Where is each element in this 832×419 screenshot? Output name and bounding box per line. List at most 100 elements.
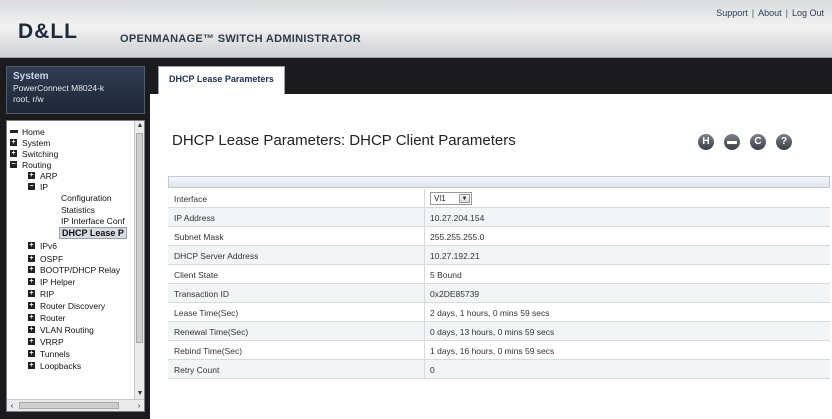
h-scroll-thumb[interactable] xyxy=(19,402,119,409)
system-info-box[interactable]: System PowerConnect M8024-k root, r/w xyxy=(6,66,145,114)
interface-select-value: Vl1 xyxy=(434,194,446,203)
row-value: 255.255.255.0 xyxy=(430,232,485,242)
column-divider xyxy=(424,189,425,208)
expand-icon[interactable]: + xyxy=(28,255,35,262)
nav-item-arp[interactable]: ARP xyxy=(40,171,57,181)
expand-icon[interactable]: + xyxy=(10,150,17,157)
nav-item-routing[interactable]: Routing xyxy=(22,160,51,170)
column-divider xyxy=(424,341,425,360)
scroll-right-icon[interactable]: › xyxy=(134,400,144,411)
table-row: Transaction ID 0x2DE85739 xyxy=(168,284,830,303)
nav-item-loopbacks[interactable]: Loopbacks xyxy=(40,361,81,371)
nav-item-ip[interactable]: IP xyxy=(40,182,48,192)
nav-item-statistics[interactable]: Statistics xyxy=(61,205,95,215)
row-value: 0 xyxy=(430,365,435,375)
system-user: root, r/w xyxy=(13,94,44,104)
row-value: 10.27.204.154 xyxy=(430,213,485,223)
table-row: Client State 5 Bound xyxy=(168,265,830,284)
row-value: 1 days, 16 hours, 0 mins 59 secs xyxy=(430,346,555,356)
chevron-down-icon[interactable]: ▼ xyxy=(459,194,470,203)
scroll-left-icon[interactable]: ‹ xyxy=(7,400,17,411)
tree-vertical-scrollbar[interactable]: ▲ ▼ xyxy=(134,121,144,399)
expand-icon[interactable]: + xyxy=(28,314,35,321)
nav-item-router-discovery[interactable]: Router Discovery xyxy=(40,301,105,311)
tab-dhcp-lease-parameters[interactable]: DHCP Lease Parameters xyxy=(158,66,285,94)
expand-icon[interactable]: + xyxy=(28,302,35,309)
logout-link[interactable]: Log Out xyxy=(792,8,824,18)
nav-item-home[interactable]: Home xyxy=(22,127,45,137)
print-icon[interactable]: ▬ xyxy=(724,134,740,150)
scroll-down-icon[interactable]: ▼ xyxy=(135,389,144,399)
table-row: IP Address 10.27.204.154 xyxy=(168,208,830,227)
interface-select[interactable]: Vl1 ▼ xyxy=(430,192,472,205)
row-value: 0 days, 13 hours, 0 mins 59 secs xyxy=(430,327,555,337)
expand-icon[interactable]: + xyxy=(28,362,35,369)
support-link[interactable]: Support xyxy=(716,8,748,18)
navigation-tree: Home + System + Switching − Routing + ARP − IP Conf… xyxy=(6,120,145,412)
column-divider xyxy=(424,227,425,246)
expand-icon[interactable]: + xyxy=(28,350,35,357)
nav-item-bootp-dhcp-relay[interactable]: BOOTP/DHCP Relay xyxy=(40,265,120,275)
collapse-icon[interactable]: − xyxy=(28,183,35,190)
nav-item-configuration[interactable]: Configuration xyxy=(61,193,112,203)
table-row: DHCP Server Address 10.27.192.21 xyxy=(168,246,830,265)
table-row: Renewal Time(Sec) 0 days, 13 hours, 0 min… xyxy=(168,322,830,341)
system-title: System xyxy=(13,71,49,82)
nav-item-switching[interactable]: Switching xyxy=(22,149,58,159)
question-icon[interactable]: ? xyxy=(776,134,792,150)
about-link[interactable]: About xyxy=(758,8,782,18)
column-divider xyxy=(424,360,425,379)
system-model: PowerConnect M8024-k xyxy=(13,83,105,93)
row-label: Lease Time(Sec) xyxy=(174,308,239,318)
help-h-icon[interactable]: H xyxy=(698,134,714,150)
column-divider xyxy=(424,284,425,303)
collapse-icon[interactable]: − xyxy=(10,161,17,168)
nav-item-system[interactable]: System xyxy=(22,138,50,148)
nav-item-rip[interactable]: RIP xyxy=(40,289,54,299)
row-value: 5 Bound xyxy=(430,270,462,280)
app-header: D&LL OPENMANAGE™ SWITCH ADMINISTRATOR Su… xyxy=(0,0,832,58)
nav-item-ipv6[interactable]: IPv6 xyxy=(40,241,57,251)
expand-icon[interactable]: + xyxy=(28,290,35,297)
app-title: OPENMANAGE™ SWITCH ADMINISTRATOR xyxy=(120,33,362,45)
row-value: 0x2DE85739 xyxy=(430,289,480,299)
page-title: DHCP Lease Parameters: DHCP Client Param… xyxy=(172,132,516,149)
nav-item-router[interactable]: Router xyxy=(40,313,66,323)
column-divider xyxy=(424,322,425,341)
column-divider xyxy=(424,303,425,322)
top-links: Support | About | Log Out xyxy=(716,8,824,18)
tab-bar: DHCP Lease Parameters xyxy=(150,58,832,94)
refresh-icon[interactable]: C xyxy=(750,134,766,150)
tree-horizontal-scrollbar[interactable]: ‹ › xyxy=(7,399,144,411)
navigation-tree-content: Home + System + Switching − Routing + ARP − IP Conf… xyxy=(7,121,135,399)
expand-icon[interactable]: + xyxy=(28,266,35,273)
nav-item-ip-interface-conf[interactable]: IP Interface Conf xyxy=(61,216,125,226)
nav-item-vrrp[interactable]: VRRP xyxy=(40,337,64,347)
expand-icon[interactable]: + xyxy=(28,338,35,345)
nav-item-tunnels[interactable]: Tunnels xyxy=(40,349,70,359)
row-label: Interface xyxy=(174,194,208,204)
nav-item-dhcp-lease-p[interactable]: DHCP Lease P xyxy=(59,227,127,239)
row-label: DHCP Server Address xyxy=(174,251,259,261)
expand-icon[interactable]: + xyxy=(28,172,35,179)
expand-icon[interactable]: + xyxy=(28,242,35,249)
row-label: Client State xyxy=(174,270,218,280)
column-divider xyxy=(424,246,425,265)
nav-item-ip-helper[interactable]: IP Helper xyxy=(40,277,75,287)
expand-icon[interactable]: + xyxy=(28,278,35,285)
scroll-thumb[interactable] xyxy=(136,133,143,343)
nav-item-vlan-routing[interactable]: VLAN Routing xyxy=(40,325,94,335)
row-label: IP Address xyxy=(174,213,215,223)
expand-icon[interactable]: + xyxy=(28,326,35,333)
row-value: 10.27.192.21 xyxy=(430,251,480,261)
main-content: DHCP Lease Parameters: DHCP Client Param… xyxy=(150,94,832,419)
row-label: Transaction ID xyxy=(174,289,229,299)
row-label: Subnet Mask xyxy=(174,232,224,242)
nav-item-ospf[interactable]: OSPF xyxy=(40,254,63,264)
left-panel: System PowerConnect M8024-k root, r/w Ho… xyxy=(0,58,150,419)
table-row: Lease Time(Sec) 2 days, 1 hours, 0 mins 5… xyxy=(168,303,830,322)
scroll-up-icon[interactable]: ▲ xyxy=(135,121,144,131)
table-row: Retry Count 0 xyxy=(168,360,830,379)
expand-icon[interactable]: + xyxy=(10,139,17,146)
home-icon xyxy=(10,130,18,133)
